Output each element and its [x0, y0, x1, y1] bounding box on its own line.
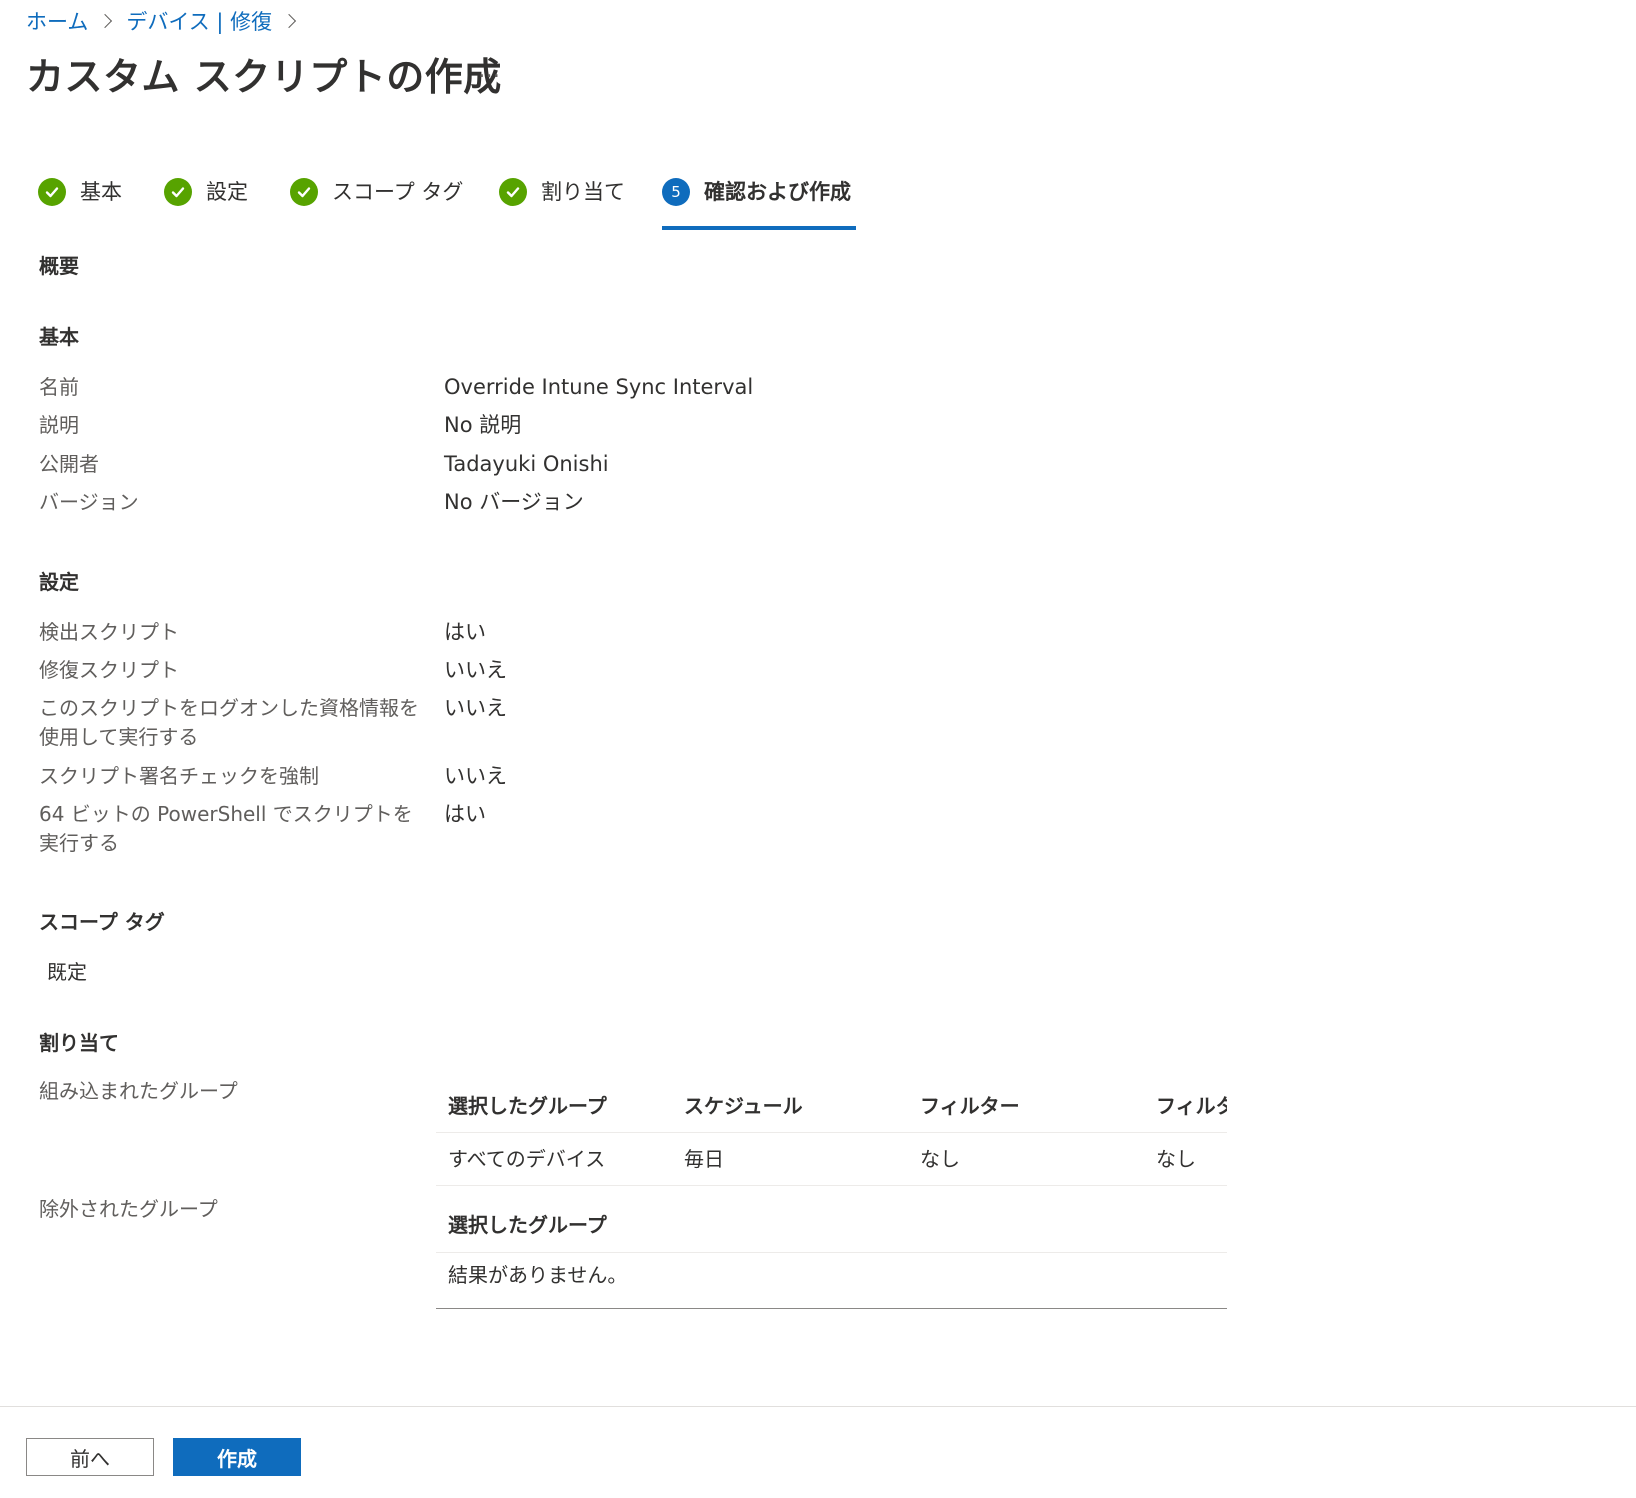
description-label: 説明	[39, 413, 79, 437]
settings-heading: 設定	[39, 570, 79, 594]
detection-script-value: はい	[444, 620, 486, 644]
previous-button[interactable]: 前へ	[26, 1438, 154, 1476]
checkmark-icon	[499, 178, 527, 206]
run-as-logged-on-value: いいえ	[444, 696, 507, 720]
excluded-groups-label: 除外されたグループ	[39, 1197, 218, 1221]
checkmark-icon	[38, 178, 66, 206]
signature-check-label: スクリプト署名チェックを強制	[39, 764, 319, 788]
name-label: 名前	[39, 375, 79, 399]
step-settings[interactable]: 設定	[164, 178, 248, 230]
group-cell: すべてのデバイス	[448, 1147, 606, 1171]
breadcrumb-home-link[interactable]: ホーム	[26, 6, 88, 36]
included-groups-label: 組み込まれたグループ	[39, 1079, 238, 1103]
step-label: 設定	[206, 180, 248, 204]
breadcrumb: ホーム デバイス | 修復	[26, 4, 310, 38]
checkmark-icon	[164, 178, 192, 206]
chevron-right-icon	[282, 13, 297, 29]
step-label: 確認および作成	[704, 180, 851, 204]
table-empty-row: 結果がありません。	[436, 1253, 1227, 1309]
step-assignments[interactable]: 割り当て	[499, 178, 625, 230]
checkmark-icon	[290, 178, 318, 206]
step-label: 基本	[80, 180, 122, 204]
version-label: バージョン	[39, 490, 139, 514]
column-header-selected-group: 選択したグループ	[448, 1094, 607, 1118]
detection-script-label: 検出スクリプト	[39, 620, 179, 644]
column-header-selected-group: 選択したグループ	[448, 1213, 607, 1237]
description-value: No 説明	[444, 413, 522, 437]
publisher-label: 公開者	[39, 452, 99, 476]
step-basics[interactable]: 基本	[38, 178, 122, 230]
step-review-create[interactable]: 5 確認および作成	[662, 178, 856, 230]
excluded-groups-table: 選択したグループ 結果がありません。	[436, 1198, 1227, 1309]
footer-divider	[0, 1406, 1636, 1407]
create-button[interactable]: 作成	[173, 1438, 301, 1476]
breadcrumb-parent-link[interactable]: デバイス | 修復	[126, 6, 272, 36]
schedule-cell: 毎日	[684, 1147, 724, 1171]
included-groups-table: 選択したグループ スケジュール フィルター フィルタ すべてのデバイス 毎日 な…	[436, 1080, 1227, 1186]
assignments-heading: 割り当て	[39, 1031, 119, 1055]
table-header-row: 選択したグループ	[436, 1198, 1227, 1253]
publisher-value: Tadayuki Onishi	[444, 452, 609, 476]
more-options-button[interactable]: …	[478, 58, 502, 83]
scope-tag-value: 既定	[47, 960, 87, 984]
scope-tags-heading: スコープ タグ	[39, 910, 165, 934]
step-label: スコープ タグ	[332, 180, 464, 204]
table-row: すべてのデバイス 毎日 なし なし	[436, 1133, 1227, 1186]
remediation-script-label: 修復スクリプト	[39, 658, 179, 682]
step-label: 割り当て	[541, 180, 625, 204]
basics-heading: 基本	[39, 325, 79, 349]
filter-cell: なし	[920, 1147, 960, 1171]
run-as-logged-on-label: このスクリプトをログオンした資格情報を使用して実行する	[39, 696, 419, 749]
active-step-indicator	[662, 226, 856, 230]
summary-heading: 概要	[39, 254, 79, 278]
empty-message: 結果がありません。	[448, 1263, 628, 1287]
step-scope-tags[interactable]: スコープ タグ	[290, 178, 463, 230]
run-64bit-label: 64 ビットの PowerShell でスクリプトを実行する	[39, 802, 413, 855]
signature-check-value: いいえ	[444, 764, 507, 788]
name-value: Override Intune Sync Interval	[444, 375, 754, 399]
table-header-row: 選択したグループ スケジュール フィルター フィルタ	[436, 1080, 1227, 1133]
page-title: カスタム スクリプトの作成	[26, 55, 502, 99]
column-header-filter: フィルター	[920, 1094, 1020, 1118]
version-value: No バージョン	[444, 490, 584, 514]
filter-mode-cell: なし	[1156, 1147, 1196, 1171]
chevron-right-icon	[98, 13, 113, 29]
column-header-filter-mode: フィルタ	[1156, 1094, 1227, 1118]
step-number-badge: 5	[662, 178, 690, 206]
column-header-schedule: スケジュール	[684, 1094, 803, 1118]
run-64bit-value: はい	[444, 802, 486, 826]
remediation-script-value: いいえ	[444, 658, 507, 682]
